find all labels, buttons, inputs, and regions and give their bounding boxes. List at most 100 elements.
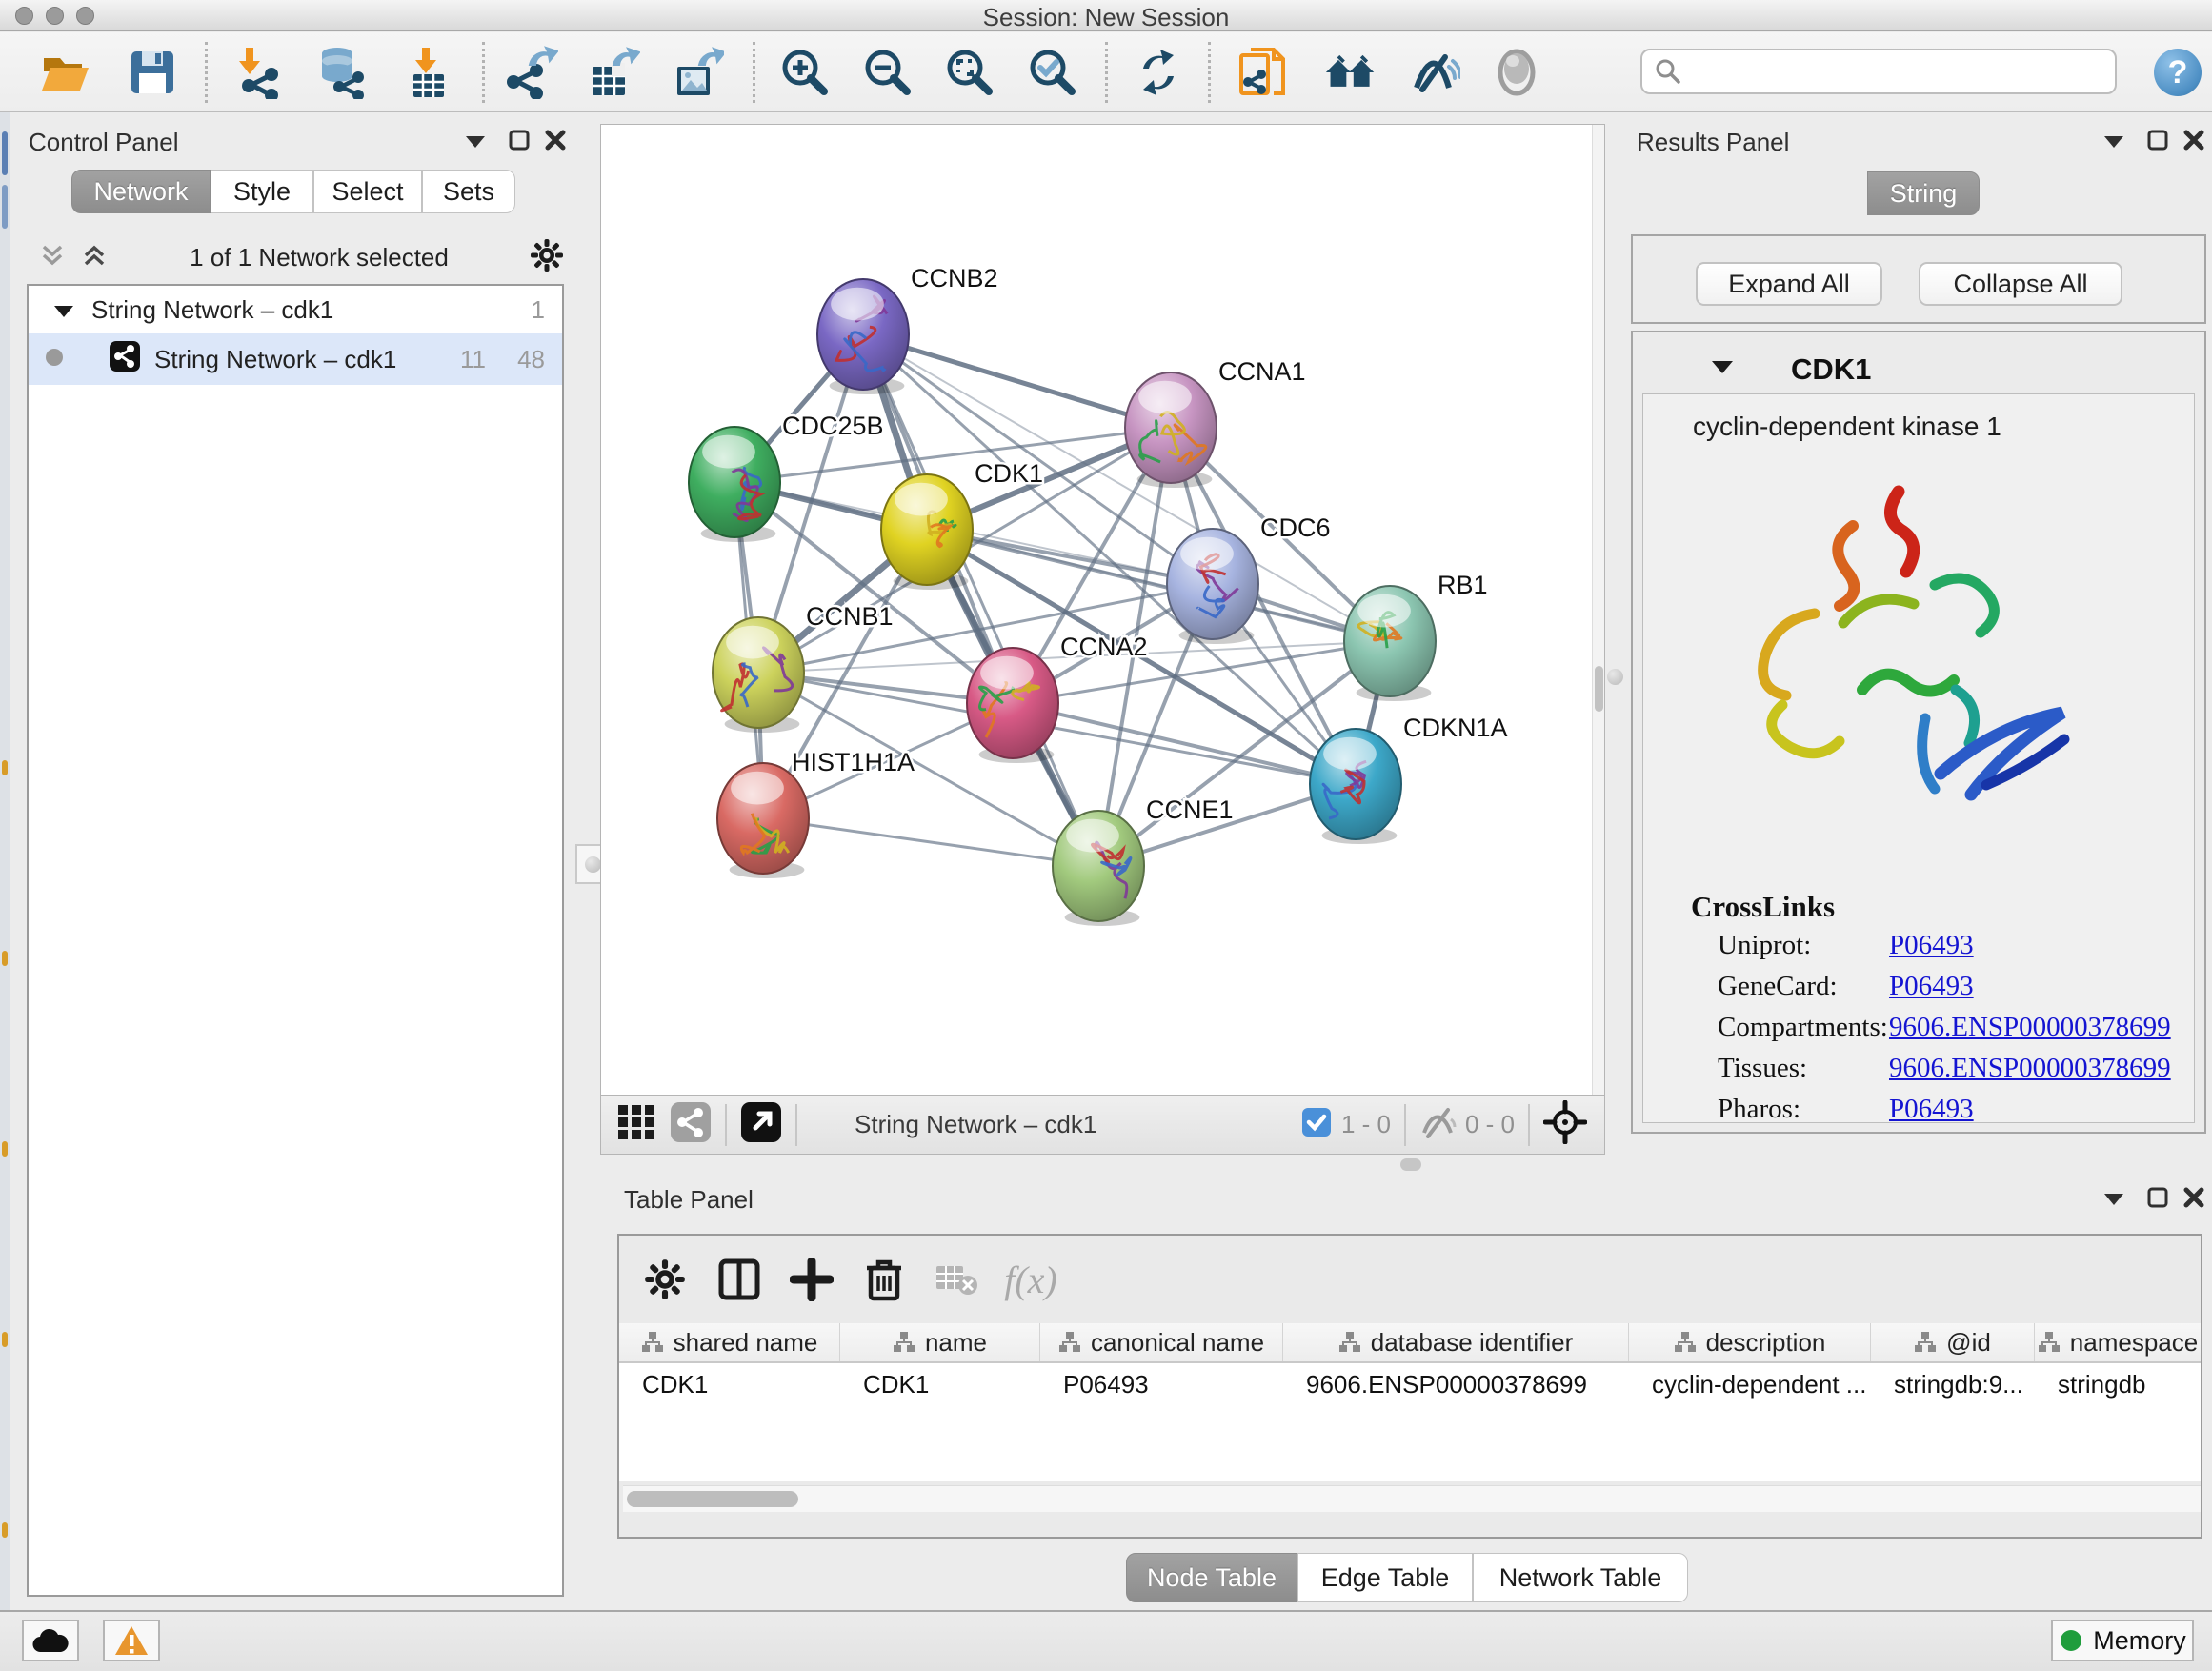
cell-canonical-name[interactable]: P06493 (1040, 1363, 1283, 1405)
tissues-link[interactable]: 9606.ENSP00000378699 (1889, 1053, 2171, 1084)
network-node-cdkn1a[interactable]: CDKN1A (1310, 714, 1508, 844)
selected-checkbox-icon[interactable] (1301, 1107, 1332, 1142)
open-session-icon[interactable] (38, 46, 91, 99)
import-database-icon[interactable] (314, 46, 368, 99)
cloud-status-button[interactable] (22, 1620, 79, 1661)
export-image-icon[interactable] (671, 46, 724, 99)
grid-view-icon[interactable] (616, 1101, 658, 1148)
tab-node-table[interactable]: Node Table (1126, 1553, 1297, 1602)
network-options-gear-icon[interactable] (530, 238, 564, 277)
network-canvas[interactable]: CCNB2CCNA1CDC25BCDK1CDC6RB1CCNB1CCNA2CDK… (600, 124, 1605, 1096)
help-icon[interactable]: ? (2154, 49, 2202, 96)
cell-description[interactable]: cyclin-dependent ... (1629, 1363, 1871, 1405)
network-group-row[interactable]: String Network – cdk1 1 (29, 286, 562, 333)
network-edge[interactable] (863, 334, 1098, 866)
control-panel-float-icon[interactable] (505, 126, 533, 154)
refresh-icon[interactable] (1132, 46, 1185, 99)
column-header[interactable]: @id (1871, 1323, 2035, 1361)
collapse-all-button[interactable]: Collapse All (1919, 262, 2122, 306)
compartments-link[interactable]: 9606.ENSP00000378699 (1889, 1012, 2171, 1043)
export-network-icon[interactable] (505, 46, 558, 99)
network-node-ccne1[interactable]: CCNE1 (1053, 795, 1234, 926)
tab-select[interactable]: Select (313, 170, 422, 213)
uniprot-link[interactable]: P06493 (1889, 930, 1974, 961)
expand-all-chevron-icon[interactable] (80, 241, 109, 274)
table-horizontal-scrollbar[interactable] (623, 1485, 2201, 1512)
column-header[interactable]: description (1629, 1323, 1871, 1361)
cell-id[interactable]: stringdb:9... (1871, 1363, 2035, 1405)
memory-button[interactable]: Memory (2051, 1620, 2194, 1661)
column-header[interactable]: canonical name (1040, 1323, 1283, 1361)
search-input[interactable] (1682, 57, 2092, 87)
network-item-row[interactable]: String Network – cdk1 11 48 (29, 333, 562, 385)
gene-expander-icon[interactable] (1711, 360, 1734, 379)
zoom-out-icon[interactable] (861, 46, 915, 99)
cell-namespace[interactable]: stringdb (2035, 1363, 2201, 1405)
show-all-icon[interactable] (1490, 46, 1543, 99)
show-columns-icon[interactable] (713, 1253, 766, 1306)
zoom-in-icon[interactable] (778, 46, 832, 99)
add-column-icon[interactable] (785, 1253, 838, 1306)
crosshair-icon[interactable] (1543, 1100, 1587, 1149)
tab-network[interactable]: Network (71, 170, 211, 213)
cell-name[interactable]: CDK1 (840, 1363, 1040, 1405)
table-scrollbar-thumb[interactable] (627, 1491, 798, 1507)
search-box[interactable] (1640, 49, 2117, 94)
tab-edge-table[interactable]: Edge Table (1297, 1553, 1473, 1602)
hide-selection-icon[interactable] (1407, 46, 1460, 99)
tab-sets[interactable]: Sets (422, 170, 515, 213)
import-network-icon[interactable] (232, 46, 286, 99)
table-row[interactable]: CDK1 CDK1 P06493 9606.ENSP00000378699 cy… (619, 1363, 2201, 1405)
tab-style[interactable]: Style (211, 170, 313, 213)
import-table-icon[interactable] (402, 46, 455, 99)
genecard-link[interactable]: P06493 (1889, 971, 1974, 1002)
table-settings-gear-icon[interactable] (638, 1253, 692, 1306)
tab-network-table[interactable]: Network Table (1473, 1553, 1688, 1602)
results-panel-close-icon[interactable] (2180, 126, 2208, 154)
cell-database-identifier[interactable]: 9606.ENSP00000378699 (1283, 1363, 1629, 1405)
network-node-cdc6[interactable]: CDC6 (1167, 513, 1331, 644)
network-edge[interactable] (1013, 703, 1356, 784)
results-panel-float-icon[interactable] (2143, 126, 2172, 154)
gene-section-header[interactable]: CDK1 (1642, 346, 2195, 393)
control-panel-menu-icon[interactable] (461, 128, 490, 156)
network-edge[interactable] (763, 818, 1098, 866)
tree-expander-icon[interactable] (53, 295, 74, 325)
fullscreen-view-icon[interactable] (740, 1101, 782, 1148)
cell-shared-name[interactable]: CDK1 (619, 1363, 840, 1405)
network-node-hist1h1a[interactable]: HIST1H1A (717, 748, 915, 878)
column-header[interactable]: database identifier (1283, 1323, 1629, 1361)
column-header[interactable]: name (840, 1323, 1040, 1361)
save-session-icon[interactable] (126, 46, 179, 99)
hidden-eye-icon[interactable] (1419, 1106, 1458, 1143)
expand-all-button[interactable]: Expand All (1696, 262, 1882, 306)
control-panel-close-icon[interactable] (541, 126, 570, 154)
tab-string[interactable]: String (1867, 171, 1980, 215)
pharos-link[interactable]: P06493 (1889, 1094, 1974, 1125)
horizontal-splitter-handle[interactable] (1400, 1158, 1421, 1171)
function-builder-button[interactable]: f(x) (1004, 1253, 1057, 1306)
zoom-fit-icon[interactable] (943, 46, 996, 99)
table-panel-menu-icon[interactable] (2100, 1185, 2128, 1214)
delete-column-trash-icon[interactable] (857, 1253, 911, 1306)
collapse-all-chevron-icon[interactable] (38, 241, 67, 274)
results-panel-menu-icon[interactable] (2100, 128, 2128, 156)
network-node-cdk1[interactable]: CDK1 (881, 459, 1043, 590)
network-share-view-icon[interactable] (670, 1101, 712, 1148)
network-scrollbar-thumb[interactable] (1595, 666, 1603, 712)
table-panel-float-icon[interactable] (2143, 1183, 2172, 1212)
delete-table-icon[interactable] (930, 1253, 983, 1306)
network-node-ccna1[interactable]: CCNA1 (1125, 357, 1306, 488)
export-table-icon[interactable] (587, 46, 640, 99)
network-node-rb1[interactable]: RB1 (1344, 571, 1488, 701)
network-edge[interactable] (863, 334, 1171, 428)
warning-status-button[interactable] (103, 1620, 160, 1661)
column-header[interactable]: shared name (619, 1323, 840, 1361)
home-icon[interactable] (1324, 46, 1377, 99)
right-splitter-handle[interactable] (1607, 669, 1623, 685)
zoom-selected-icon[interactable] (1026, 46, 1079, 99)
column-header[interactable]: namespace (2035, 1323, 2201, 1361)
clone-network-icon[interactable] (1236, 46, 1289, 99)
table-panel-close-icon[interactable] (2180, 1183, 2208, 1212)
network-scrollbar[interactable] (1592, 125, 1604, 1095)
